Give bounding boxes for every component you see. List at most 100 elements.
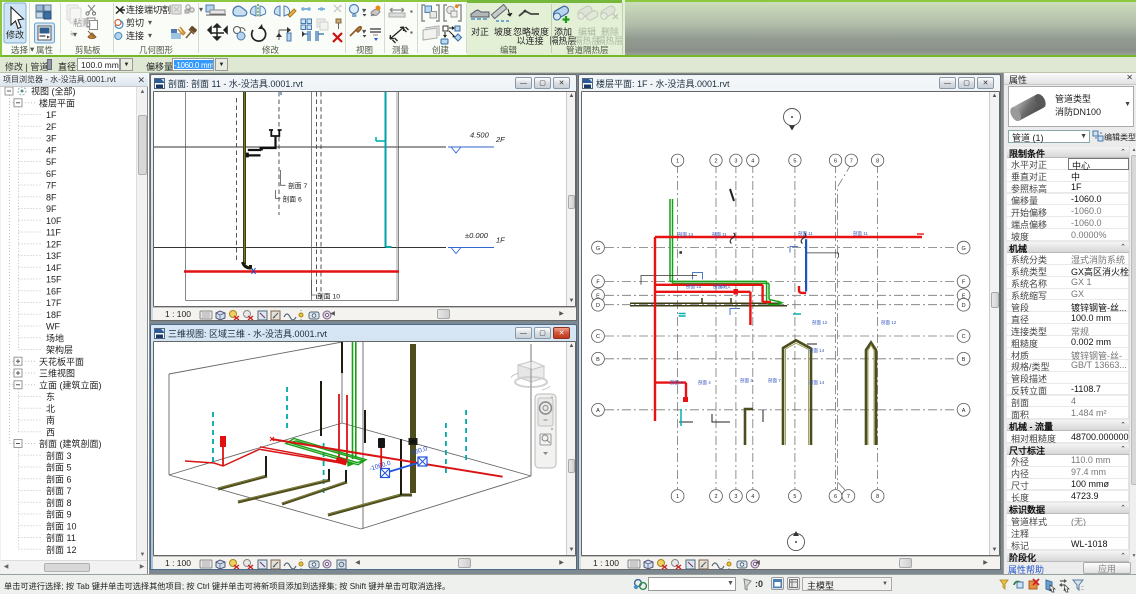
svg-text:剖面 7: 剖面 7: [46, 485, 72, 496]
svg-text:601A: 601A: [720, 285, 731, 290]
svg-text:3: 3: [734, 159, 737, 165]
svg-text:12F: 12F: [46, 239, 62, 249]
svg-text:楼层平面: 楼层平面: [39, 97, 75, 108]
svg-text:编辑: 编辑: [500, 45, 518, 55]
svg-text:7: 7: [850, 159, 853, 165]
svg-text:11F: 11F: [46, 228, 61, 238]
svg-text:5: 5: [793, 159, 796, 165]
svg-text:创建: 创建: [432, 45, 450, 55]
svg-text:坡度: 坡度: [494, 26, 512, 37]
svg-text:连接: 连接: [126, 30, 144, 41]
svg-text:2: 2: [714, 159, 717, 165]
svg-text:剖面 12: 剖面 12: [46, 544, 77, 555]
svg-text:B: B: [596, 357, 600, 363]
svg-text:三维视图: 三维视图: [39, 368, 75, 379]
svg-text:视图: 视图: [356, 45, 373, 55]
svg-text:架构层: 架构层: [46, 344, 73, 355]
svg-text:属性: 属性: [36, 45, 54, 55]
svg-text:5: 5: [793, 494, 796, 500]
svg-text:8: 8: [876, 159, 879, 165]
svg-text:南: 南: [46, 415, 55, 426]
svg-text:D: D: [596, 303, 600, 309]
svg-text:天花板平面: 天花板平面: [39, 356, 84, 367]
svg-text:剖面 15: 剖面 15: [686, 283, 702, 290]
svg-text:选择: 选择: [11, 45, 29, 55]
svg-text:以连接: 以连接: [516, 35, 543, 46]
svg-text:13F: 13F: [46, 251, 62, 261]
svg-text:4.500: 4.500: [470, 131, 490, 140]
svg-text:剖面 4: 剖面 4: [698, 379, 711, 386]
svg-text:4: 4: [751, 159, 754, 165]
svg-text:连接端切割: 连接端切割: [126, 4, 171, 15]
svg-text:1: 1: [676, 494, 679, 500]
svg-text:修改: 修改: [6, 29, 24, 40]
svg-text:对正: 对正: [471, 26, 489, 37]
svg-text:剪切: 剪切: [126, 17, 144, 28]
svg-text:±0.000: ±0.000: [465, 231, 489, 240]
svg-text:5F: 5F: [46, 157, 57, 167]
svg-text:几何图形: 几何图形: [139, 45, 174, 55]
svg-text:剖面 12: 剖面 12: [812, 319, 828, 326]
svg-text:剖面 12: 剖面 12: [881, 319, 897, 326]
svg-text:剖面 13: 剖面 13: [678, 231, 694, 238]
svg-text:9F: 9F: [46, 204, 57, 214]
svg-text:剖面 14: 剖面 14: [809, 379, 825, 386]
svg-text:剖面 11: 剖面 11: [46, 532, 76, 543]
svg-text:▪: ▪: [410, 28, 413, 37]
svg-text:3: 3: [734, 494, 737, 500]
svg-text:修改: 修改: [262, 45, 280, 55]
svg-text:D: D: [962, 303, 966, 309]
svg-text:剖面 7: 剖面 7: [288, 181, 307, 190]
svg-text:剖面 10: 剖面 10: [46, 520, 77, 531]
svg-text:B: B: [962, 357, 966, 363]
svg-text:1F: 1F: [46, 110, 57, 120]
svg-text:▾: ▾: [73, 30, 77, 39]
svg-text:剖面 11: 剖面 11: [853, 230, 868, 237]
svg-text:剖面 5: 剖面 5: [46, 462, 72, 473]
svg-text:▾: ▾: [148, 18, 152, 27]
svg-text:C: C: [962, 334, 966, 340]
svg-text:▾: ▾: [148, 31, 152, 40]
svg-text:粘贴: 粘贴: [73, 17, 91, 28]
svg-text:10F: 10F: [46, 216, 62, 226]
svg-text:视图 (全部): 视图 (全部): [31, 87, 76, 97]
svg-text:7: 7: [847, 494, 850, 500]
svg-text:3F: 3F: [46, 134, 57, 144]
svg-text:4F: 4F: [46, 145, 57, 155]
svg-text:剖面 9: 剖面 9: [46, 509, 72, 520]
svg-text:2: 2: [714, 494, 717, 500]
svg-text:18F: 18F: [46, 310, 62, 320]
svg-text:剖面 3: 剖面 3: [46, 450, 72, 461]
svg-text:管道隔热层: 管道隔热层: [566, 45, 609, 55]
svg-text:A: A: [962, 408, 966, 414]
svg-text:14F: 14F: [46, 263, 62, 273]
svg-text:测量: 测量: [392, 45, 410, 55]
svg-text:16F: 16F: [46, 286, 62, 296]
svg-text:剖面 8: 剖面 8: [46, 497, 72, 508]
svg-text:A: A: [596, 408, 600, 414]
svg-text:剖面 7: 剖面 7: [768, 377, 781, 384]
svg-text:7F: 7F: [46, 181, 57, 191]
svg-text:C: C: [596, 334, 600, 340]
svg-text:G: G: [596, 246, 600, 252]
svg-text:15F: 15F: [46, 275, 62, 285]
svg-text:剖面 11: 剖面 11: [712, 231, 727, 238]
svg-text:剖面 11: 剖面 11: [798, 230, 813, 237]
svg-text:剖面 10: 剖面 10: [317, 292, 340, 301]
svg-text:2F: 2F: [495, 135, 505, 144]
svg-text:西: 西: [46, 427, 55, 437]
svg-text:场地: 场地: [46, 332, 64, 343]
svg-text:1: 1: [676, 159, 679, 165]
svg-text:8F: 8F: [46, 192, 57, 202]
svg-text:1F: 1F: [496, 236, 505, 245]
svg-text:▾: ▾: [30, 44, 35, 54]
svg-text:4: 4: [751, 494, 754, 500]
svg-text:▾: ▾: [362, 6, 366, 15]
svg-text:▾: ▾: [362, 27, 366, 36]
svg-text:剖面 6: 剖面 6: [46, 473, 72, 484]
svg-text:立面 (建筑立面): 立面 (建筑立面): [39, 379, 102, 390]
svg-text:G: G: [961, 246, 965, 252]
svg-text:8: 8: [876, 494, 879, 500]
svg-text:剖面 4: 剖面 4: [670, 379, 683, 386]
svg-text:17F: 17F: [46, 298, 62, 308]
